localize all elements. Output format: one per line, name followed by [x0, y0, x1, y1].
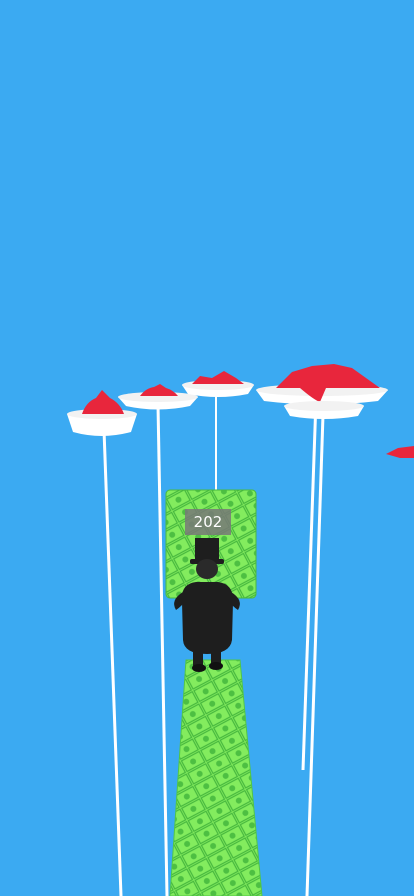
money-path[interactable] [169, 659, 263, 896]
jelly-plate[interactable] [284, 401, 364, 419]
jelly-plate[interactable] [256, 364, 388, 405]
jelly-plate[interactable] [182, 371, 254, 397]
game-scene[interactable] [0, 0, 414, 896]
money-counter: 202 [185, 509, 231, 535]
jelly-plate-edge[interactable] [386, 446, 414, 458]
